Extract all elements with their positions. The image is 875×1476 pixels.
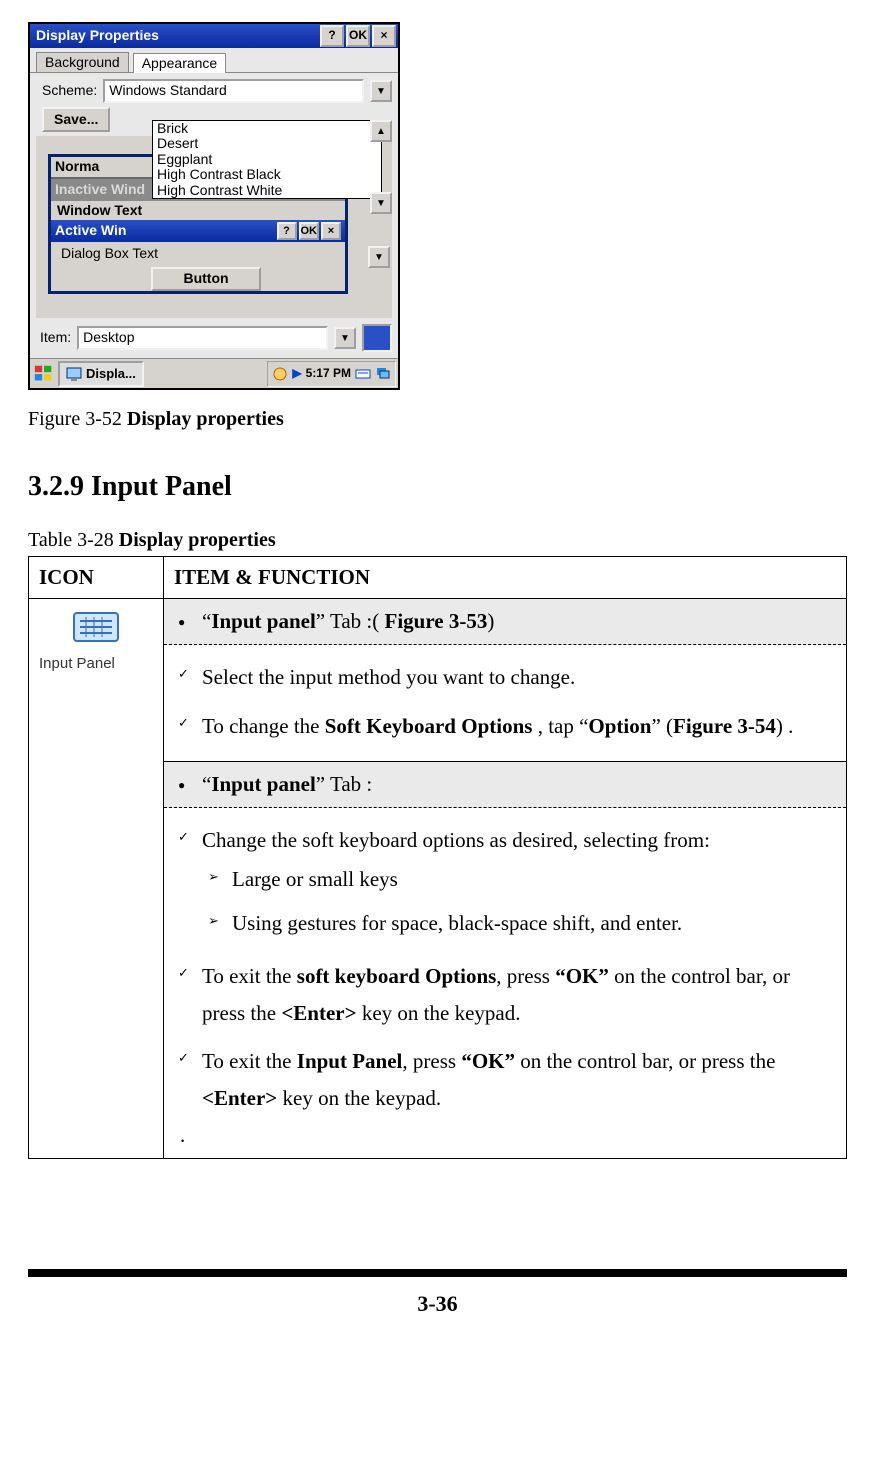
scheme-option[interactable]: High Contrast White — [153, 183, 381, 198]
item-label: Item: — [40, 330, 71, 345]
preview-ok-button2: OK — [299, 222, 320, 240]
icon-cell: Input Panel — [29, 599, 164, 1159]
display-properties-screenshot: Display Properties ? OK × Background App… — [28, 22, 400, 390]
row2-item1: Change the soft keyboard options as desi… — [172, 816, 838, 952]
icon-label: Input Panel — [39, 655, 153, 672]
window-title: Display Properties — [32, 28, 318, 43]
scheme-option[interactable]: Brick — [153, 121, 381, 136]
scheme-label: Scheme: — [42, 83, 97, 98]
table-header-item: ITEM & FUNCTION — [164, 557, 847, 599]
preview-normal-label: Norma — [55, 159, 99, 174]
row1-item2: To change the Soft Keyboard Options , ta… — [172, 702, 838, 751]
input-panel-table: ICON ITEM & FUNCTION Input Panel — [28, 556, 847, 1159]
scheme-option[interactable]: Eggplant — [153, 152, 381, 167]
row1-heading: “Input panel” Tab :( Figure 3-53) — [172, 605, 838, 638]
row2-heading: “Input panel” Tab : — [172, 768, 838, 801]
item-row: Item: Desktop ▼ — [30, 320, 398, 358]
preview-window-text: Window Text — [51, 201, 345, 220]
item-combo[interactable]: Desktop — [77, 326, 328, 349]
table-header-icon: ICON — [29, 557, 164, 599]
scheme-row: Scheme: Windows Standard ▼ — [30, 73, 398, 104]
footer-rule — [28, 1269, 847, 1277]
display-icon — [66, 366, 82, 382]
taskbar-app-label: Displa... — [86, 367, 136, 381]
input-panel-icon — [70, 607, 122, 651]
list-scroll-up[interactable]: ▲ — [370, 120, 392, 142]
row1-item1: Select the input method you want to chan… — [172, 653, 838, 702]
row2-sub1: Large or small keys — [202, 858, 838, 902]
item-dropdown-button[interactable]: ▼ — [334, 327, 356, 349]
tab-appearance[interactable]: Appearance — [133, 53, 227, 73]
page-number: 3-36 — [0, 1277, 875, 1337]
row2-item2: To exit the soft keyboard Options, press… — [172, 952, 838, 1038]
system-tray: ▶ 5:17 PM — [267, 361, 396, 387]
help-button[interactable]: ? — [320, 25, 344, 47]
close-button[interactable]: × — [372, 25, 396, 47]
scheme-option[interactable]: High Contrast Black — [153, 167, 381, 182]
save-button[interactable]: Save... — [42, 107, 110, 132]
list-scroll-down[interactable]: ▼ — [370, 192, 392, 214]
preview-active-label: Active Win — [55, 223, 275, 238]
tab-background[interactable]: Background — [36, 52, 129, 72]
desktop-tray-icon[interactable] — [375, 366, 391, 382]
keyboard-tray-icon[interactable] — [355, 366, 371, 382]
figure-caption: Figure 3-52 Display properties — [28, 408, 847, 431]
item-color-swatch[interactable] — [362, 324, 392, 352]
ok-button[interactable]: OK — [346, 25, 370, 47]
table-caption: Table 3-28 Display properties — [28, 529, 847, 552]
clock: 5:17 PM — [306, 367, 351, 380]
scheme-dropdown-button[interactable]: ▼ — [370, 80, 392, 102]
window-titlebar: Display Properties ? OK × — [30, 24, 398, 48]
scheme-option[interactable]: Desert — [153, 136, 381, 151]
taskbar-app-button[interactable]: Displa... — [58, 361, 144, 387]
tray-icon — [272, 366, 288, 382]
scheme-combo[interactable]: Windows Standard — [103, 79, 364, 102]
preview-help-button2: ? — [277, 222, 297, 240]
trailing-dot: . — [172, 1123, 838, 1148]
section-heading: 3.2.9 Input Panel — [28, 471, 847, 503]
row2-sub2: Using gestures for space, black-space sh… — [202, 902, 838, 946]
preview-close-button2: × — [321, 222, 341, 240]
start-button[interactable] — [32, 362, 56, 386]
row2-item3: To exit the Input Panel, press “OK” on t… — [172, 1037, 838, 1123]
preview-button: Button — [151, 267, 261, 290]
tabs: Background Appearance — [30, 48, 398, 73]
preview-scroll-down[interactable]: ▼ — [368, 246, 390, 268]
preview-dialog-text: Dialog Box Text — [57, 244, 339, 263]
scheme-dropdown-list[interactable]: Brick Desert Eggplant High Contrast Blac… — [152, 120, 382, 199]
table-content-cell: “Input panel” Tab :( Figure 3-53) Select… — [164, 599, 847, 1159]
windows-flag-icon — [33, 363, 55, 385]
taskbar: Displa... ▶ 5:17 PM — [30, 358, 398, 388]
